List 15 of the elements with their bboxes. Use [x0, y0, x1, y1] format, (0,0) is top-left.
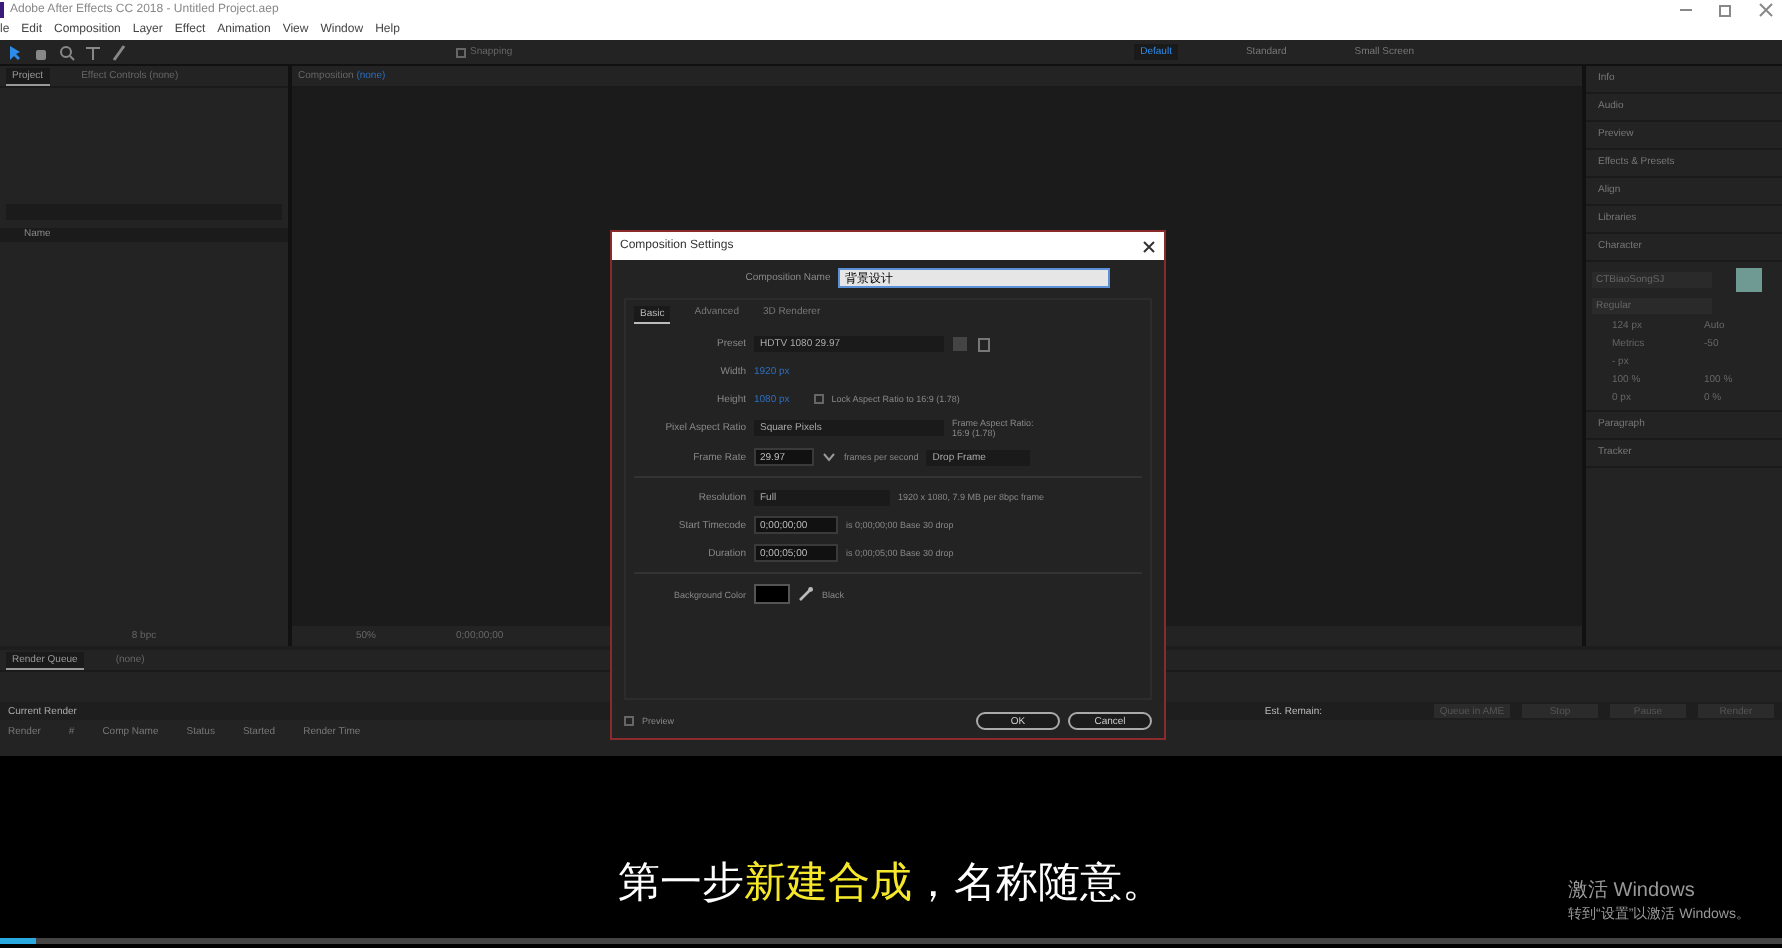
lock-aspect-checkbox[interactable] [813, 394, 824, 404]
search-icon[interactable] [58, 43, 76, 61]
caret-icon[interactable] [822, 450, 836, 464]
selection-tool-icon[interactable] [6, 43, 24, 61]
subtitle: 第一步新建合成，名称随意。 [618, 856, 1164, 910]
background-color-swatch[interactable] [754, 584, 790, 604]
activation-notice: 激活 Windows [1567, 878, 1697, 904]
video-progress-bar[interactable] [0, 938, 1782, 944]
close-icon[interactable] [1142, 239, 1156, 253]
preview-checkbox[interactable] [624, 716, 634, 726]
text-tool-icon[interactable] [84, 43, 102, 61]
fill-color-swatch[interactable] [1736, 268, 1762, 292]
restore-icon[interactable] [1718, 2, 1734, 18]
snapping-checkbox[interactable] [456, 47, 466, 57]
eyedropper-icon[interactable] [798, 586, 814, 602]
